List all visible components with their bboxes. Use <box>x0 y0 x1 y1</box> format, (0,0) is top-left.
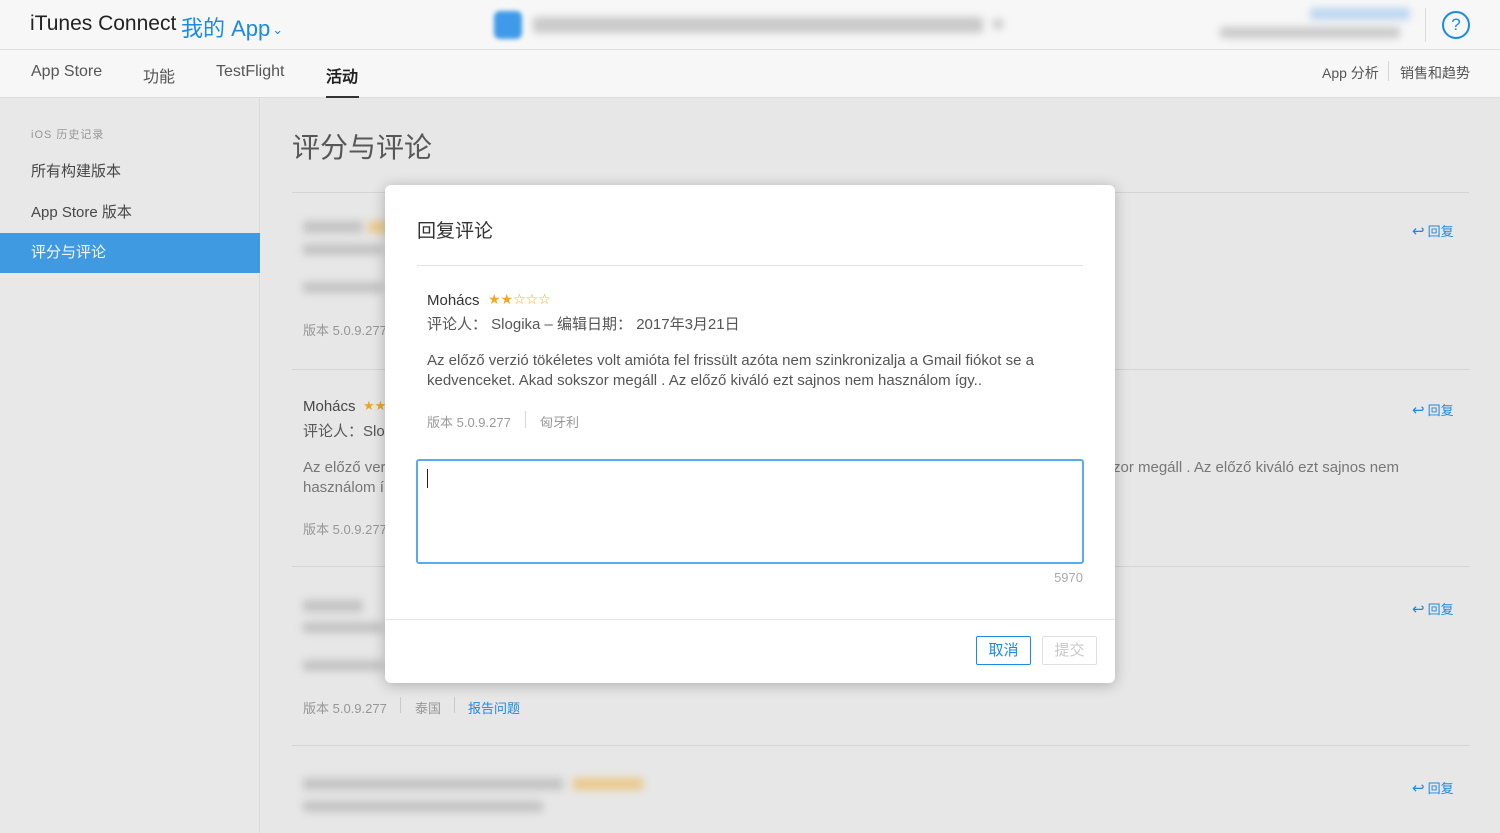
my-app-label: 我的 App <box>181 16 271 41</box>
review-version: 版本 5.0.9.277 <box>427 415 511 430</box>
review-byline: 评论人： Slogika – 编辑日期： 2017年3月21日 <box>427 316 740 333</box>
my-app-menu[interactable]: 我的 App ⌄ <box>181 11 283 43</box>
app-switch-chevron-blurred[interactable] <box>993 19 1003 29</box>
divider <box>525 411 526 428</box>
chevron-down-icon: ⌄ <box>272 22 284 38</box>
top-bar: iTunes Connect 我的 App ⌄ ? <box>0 0 1500 50</box>
tab-testflight[interactable]: TestFlight <box>216 63 284 81</box>
review-country: 匈牙利 <box>540 415 580 430</box>
app-icon[interactable] <box>494 11 522 39</box>
text-cursor <box>427 469 428 488</box>
rating-stars: ★★☆☆☆ <box>488 291 551 308</box>
main-nav: App Store 功能 TestFlight 活动 App 分析 销售和趋势 <box>0 50 1500 98</box>
divider <box>1388 61 1389 81</box>
tab-features[interactable]: 功能 <box>143 63 175 87</box>
tab-app-store[interactable]: App Store <box>31 63 102 81</box>
app-name-blurred[interactable] <box>533 17 983 33</box>
sales-trends-link[interactable]: 销售和趋势 <box>1400 63 1470 83</box>
itunes-connect-logo[interactable]: iTunes Connect <box>30 12 176 36</box>
review-title: Mohács <box>427 292 480 309</box>
cancel-button[interactable]: 取消 <box>976 636 1031 665</box>
tab-activity[interactable]: 活动 <box>326 63 358 87</box>
divider <box>1425 8 1426 42</box>
divider <box>385 619 1115 620</box>
divider <box>417 265 1083 266</box>
help-icon[interactable]: ? <box>1442 11 1470 39</box>
character-counter: 5970 <box>1054 570 1083 585</box>
app-analytics-link[interactable]: App 分析 <box>1322 63 1379 83</box>
submit-button[interactable]: 提交 <box>1042 636 1097 665</box>
star-rating-icons: ★★☆☆☆ <box>488 291 551 307</box>
reply-textarea[interactable] <box>416 459 1084 564</box>
account-name-blurred[interactable] <box>1310 8 1410 20</box>
team-name-blurred <box>1220 27 1400 38</box>
dialog-title: 回复评论 <box>417 221 494 242</box>
reply-review-dialog: 回复评论 Mohács ★★☆☆☆ 评论人： Slogika – 编辑日期： 2… <box>385 185 1115 683</box>
review-body: Az előző verzió tökéletes volt amióta fe… <box>427 352 1034 389</box>
